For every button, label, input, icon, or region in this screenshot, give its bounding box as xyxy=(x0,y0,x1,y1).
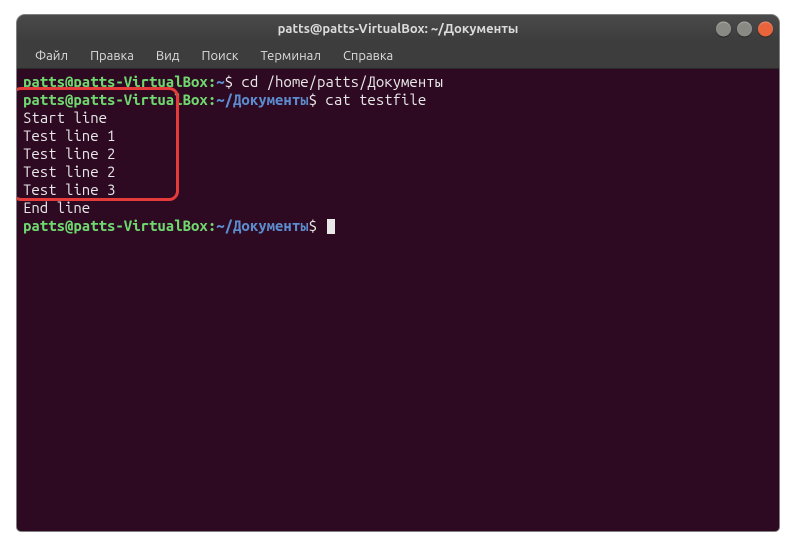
output-line: Test line 2 xyxy=(23,163,773,181)
menu-help[interactable]: Справка xyxy=(333,47,403,65)
output-line: End line xyxy=(23,199,773,217)
prompt-user: patts@patts-VirtualBox xyxy=(23,91,208,108)
cursor-icon xyxy=(327,219,335,234)
prompt-line-1: patts@patts-VirtualBox:~$ cd /home/patts… xyxy=(23,73,773,91)
menu-edit[interactable]: Правка xyxy=(80,47,144,65)
prompt-line-2: patts@patts-VirtualBox:~/Документы$ cat … xyxy=(23,91,773,109)
output-line: Test line 1 xyxy=(23,127,773,145)
output-line: Start line xyxy=(23,109,773,127)
prompt-path: ~ xyxy=(216,73,224,90)
output-line: Test line 3 xyxy=(23,181,773,199)
menubar: Файл Правка Вид Поиск Терминал Справка xyxy=(17,43,779,69)
prompt-path: ~/Документы xyxy=(216,91,308,108)
prompt-sep: : xyxy=(208,91,216,108)
prompt-dollar: $ xyxy=(309,91,317,108)
titlebar: patts@patts-VirtualBox: ~/Документы xyxy=(17,15,779,43)
command-text: cat testfile xyxy=(317,91,426,108)
prompt-sep: : xyxy=(208,217,216,234)
prompt-user: patts@patts-VirtualBox xyxy=(23,217,208,234)
terminal-window: patts@patts-VirtualBox: ~/Документы Файл… xyxy=(17,15,779,531)
minimize-icon[interactable] xyxy=(716,22,731,37)
prompt-path: ~/Документы xyxy=(216,217,308,234)
command-text xyxy=(317,217,325,234)
prompt-user: patts@patts-VirtualBox xyxy=(23,73,208,90)
close-icon[interactable] xyxy=(758,22,773,37)
command-text: cd /home/patts/Документы xyxy=(233,73,443,90)
maximize-icon[interactable] xyxy=(737,22,752,37)
prompt-line-3: patts@patts-VirtualBox:~/Документы$ xyxy=(23,217,773,235)
menu-file[interactable]: Файл xyxy=(25,47,78,65)
prompt-sep: : xyxy=(208,73,216,90)
terminal-body[interactable]: patts@patts-VirtualBox:~$ cd /home/patts… xyxy=(17,69,779,531)
prompt-dollar: $ xyxy=(225,73,233,90)
window-title: patts@patts-VirtualBox: ~/Документы xyxy=(278,22,519,36)
window-controls xyxy=(716,22,773,37)
menu-terminal[interactable]: Терминал xyxy=(250,47,330,65)
prompt-dollar: $ xyxy=(309,217,317,234)
menu-view[interactable]: Вид xyxy=(146,47,190,65)
output-line: Test line 2 xyxy=(23,145,773,163)
menu-search[interactable]: Поиск xyxy=(191,47,248,65)
